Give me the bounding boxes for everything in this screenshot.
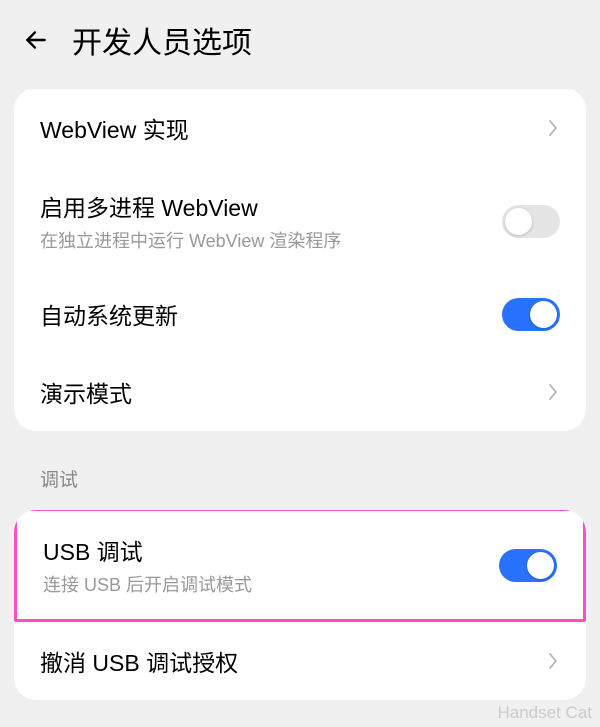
row-usb-debugging[interactable]: USB 调试 连接 USB 后开启调试模式 xyxy=(17,511,583,619)
chevron-right-icon xyxy=(546,116,560,140)
toggle-usb-debugging[interactable] xyxy=(499,549,557,582)
label: 自动系统更新 xyxy=(40,297,502,331)
label: 演示模式 xyxy=(40,375,534,409)
label: 撤消 USB 调试授权 xyxy=(40,644,534,678)
toggle-knob xyxy=(505,208,532,235)
label: USB 调试 xyxy=(43,533,499,567)
row-demo-mode[interactable]: 演示模式 xyxy=(14,353,586,431)
row-revoke-usb-auth[interactable]: 撤消 USB 调试授权 xyxy=(14,622,586,700)
sublabel: 连接 USB 后开启调试模式 xyxy=(43,571,499,597)
page-title: 开发人员选项 xyxy=(72,18,252,62)
toggle-multiprocess-webview[interactable] xyxy=(502,205,560,238)
toggle-knob xyxy=(527,552,554,579)
settings-card-1: WebView 实现 启用多进程 WebView 在独立进程中运行 WebVie… xyxy=(14,88,586,431)
chevron-right-icon xyxy=(546,649,560,673)
row-auto-system-update[interactable]: 自动系统更新 xyxy=(14,275,586,353)
watermark: Handset Cat xyxy=(498,703,593,723)
highlight-usb-debugging: USB 调试 连接 USB 后开启调试模式 xyxy=(14,510,586,622)
back-icon[interactable] xyxy=(22,26,50,54)
page-header: 开发人员选项 xyxy=(0,0,600,80)
row-multiprocess-webview[interactable]: 启用多进程 WebView 在独立进程中运行 WebView 渲染程序 xyxy=(14,167,586,275)
chevron-right-icon xyxy=(546,380,560,404)
section-header-debug: 调试 xyxy=(0,439,600,502)
toggle-knob xyxy=(530,301,557,328)
label: 启用多进程 WebView xyxy=(40,189,502,223)
sublabel: 在独立进程中运行 WebView 渲染程序 xyxy=(40,227,502,253)
settings-card-2: USB 调试 连接 USB 后开启调试模式 撤消 USB 调试授权 xyxy=(14,510,586,700)
label: WebView 实现 xyxy=(40,111,534,145)
toggle-auto-system-update[interactable] xyxy=(502,298,560,331)
row-webview-implementation[interactable]: WebView 实现 xyxy=(14,89,586,167)
